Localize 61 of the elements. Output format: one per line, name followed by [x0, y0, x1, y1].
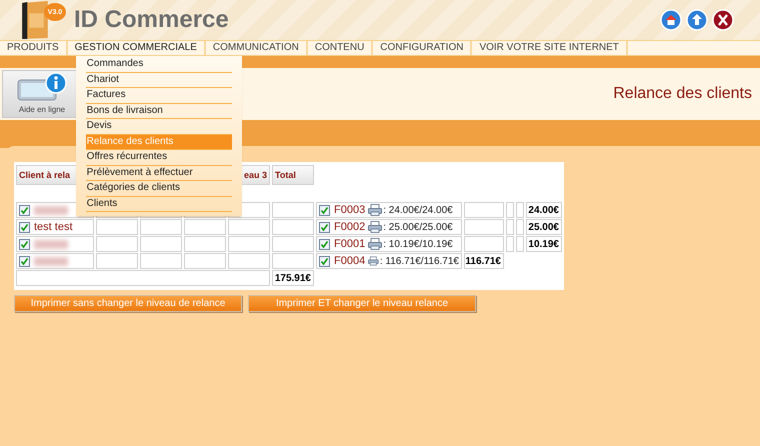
checkbox[interactable]: [319, 238, 330, 250]
grand-total: 175.91€: [272, 270, 314, 286]
invoice-amount: : 10.19€/10.19€: [383, 238, 453, 250]
printer-icon[interactable]: [368, 204, 382, 216]
dropdown-menu-item[interactable]: Commandes: [86, 57, 232, 72]
empty-cell: [184, 236, 226, 252]
checkbox[interactable]: [319, 256, 330, 266]
empty-cell: [272, 219, 314, 235]
close-icon[interactable]: [712, 9, 734, 31]
invoice-link[interactable]: F0001: [334, 238, 366, 250]
invoice-link[interactable]: F0003: [334, 204, 366, 216]
empty-cell: [228, 202, 270, 218]
empty-cell: [272, 253, 314, 269]
column-header: Total: [272, 165, 314, 185]
software-box-icon: [22, 1, 48, 39]
empty-cell: [96, 236, 138, 252]
invoice-amount: : 25.00€/25.00€: [383, 222, 453, 232]
empty-cell: [464, 202, 504, 218]
dropdown-menu-item[interactable]: Catégories de clients: [86, 181, 232, 196]
dropdown-menu-item[interactable]: Clients: [86, 196, 232, 212]
home-icon[interactable]: [660, 9, 682, 31]
row-total: 10.19€: [526, 236, 562, 252]
printer-icon[interactable]: [368, 238, 382, 250]
empty-cell: [272, 202, 314, 218]
row-total: 24.00€: [526, 202, 562, 218]
row-total: 116.71€: [464, 253, 504, 269]
app-logo-text: ID Commerce: [74, 6, 229, 34]
empty-cell: [228, 236, 270, 252]
checkbox[interactable]: [19, 256, 30, 266]
empty-cell: [464, 236, 504, 252]
printer-icon[interactable]: [368, 221, 382, 233]
dropdown-menu-item[interactable]: Bons de livraison: [86, 104, 232, 119]
monitor-info-icon: [16, 72, 68, 102]
empty-cell: [140, 253, 182, 269]
client-name[interactable]: test test: [34, 221, 73, 233]
invoice-amount: : 24.00€/24.00€: [383, 204, 453, 216]
empty-cell: [228, 219, 270, 235]
empty-cell: [184, 253, 226, 269]
dropdown-menu-item[interactable]: Offres récurrentes: [86, 150, 232, 166]
empty-cell: [96, 219, 138, 235]
invoice-link[interactable]: F0004: [334, 255, 366, 267]
empty-cell: [140, 219, 182, 235]
empty-cell: [96, 253, 138, 269]
page-title: Relance des clients: [613, 85, 752, 103]
empty-cell: [140, 236, 182, 252]
checkbox[interactable]: [19, 222, 30, 232]
empty-cell: [228, 253, 270, 269]
empty-cell: [464, 219, 504, 235]
empty-cell: [184, 219, 226, 235]
invoice-amount: : 116.71€/116.71€: [380, 256, 459, 266]
dropdown-menu-item[interactable]: Prélèvement à effectuer: [86, 166, 232, 181]
row-total: 25.00€: [526, 219, 562, 235]
invoice-link[interactable]: F0002: [334, 221, 366, 233]
checkbox[interactable]: [19, 204, 30, 216]
dropdown-menu-item[interactable]: Chariot: [86, 72, 232, 88]
dropdown-menu-item[interactable]: Factures: [86, 88, 232, 104]
checkbox[interactable]: [319, 222, 330, 232]
printer-icon[interactable]: [368, 255, 379, 267]
empty-cell: [272, 236, 314, 252]
checkbox[interactable]: [319, 204, 330, 216]
checkbox[interactable]: [19, 238, 30, 250]
